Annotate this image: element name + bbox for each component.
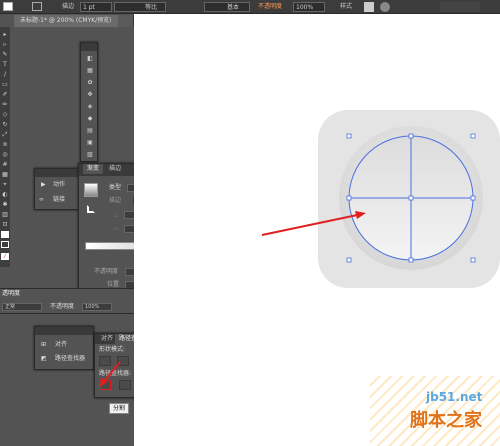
watermark-name: 脚本之家 [410, 410, 482, 431]
watermark-site: jb51.net [426, 390, 483, 404]
watermark: jb51.net 脚本之家 [370, 376, 500, 446]
